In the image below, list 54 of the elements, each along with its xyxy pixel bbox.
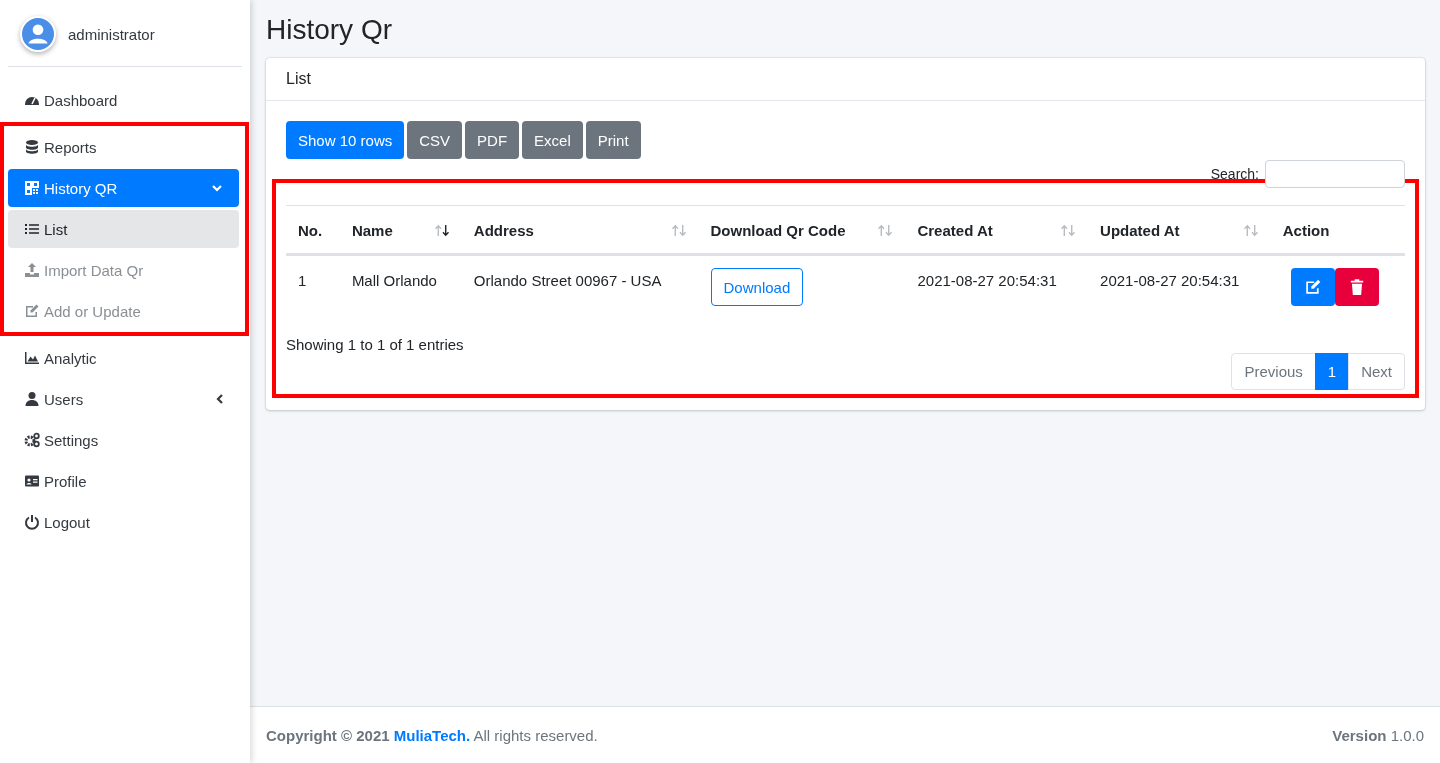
search-field[interactable] (1265, 160, 1405, 188)
pagination-button[interactable]: Previous (1231, 353, 1316, 390)
sidebar-item[interactable]: Logout (8, 503, 242, 541)
table-cell: Mall Orlando (351, 272, 437, 289)
company-link[interactable]: MuliaTech. (393, 726, 471, 744)
page-title: History Qr (266, 14, 393, 46)
search-label: Search: (1210, 166, 1259, 182)
sidebar-item[interactable]: Profile (8, 462, 242, 500)
avatar (20, 16, 56, 52)
list-icon (24, 221, 40, 237)
entries-info: Showing 1 to 1 of 1 entries (286, 336, 465, 353)
edit-icon (24, 303, 40, 319)
edit-button[interactable] (1290, 268, 1335, 306)
sort-icon[interactable] (433, 224, 450, 237)
delete-button[interactable] (1334, 268, 1379, 306)
version-text: Version 1.0.0 (1332, 726, 1424, 744)
sidebar-item[interactable]: Reports (8, 128, 239, 166)
download-button[interactable]: Download (710, 268, 804, 306)
sidebar-item[interactable]: Dashboard (8, 81, 242, 119)
database-icon (24, 139, 40, 155)
copyright-text: Copyright © 2021 MuliaTech. All rights reserved. (266, 726, 598, 744)
chevron-left-icon (214, 393, 226, 405)
column-header[interactable]: Download Qr Code (710, 222, 846, 239)
sidebar-item[interactable]: History QR (8, 169, 239, 207)
sidebar-subitem[interactable]: List (8, 210, 239, 248)
sidebar-item[interactable]: Settings (8, 421, 242, 459)
table-cell: Orlando Street 00967 - USA (473, 272, 662, 289)
column-header: Action (1282, 222, 1330, 239)
user-icon (24, 391, 40, 407)
edit-icon (1303, 278, 1322, 296)
rows-button[interactable]: Show 10 rows (286, 121, 405, 159)
column-header[interactable]: Updated At (1100, 222, 1180, 239)
qr-code-icon (24, 180, 40, 196)
card-title: List (266, 58, 1425, 101)
sidebar-item[interactable]: Users (8, 380, 242, 418)
sidebar-item[interactable]: Analytic (8, 339, 242, 377)
id-card-icon (24, 473, 40, 489)
chevron-down-icon (211, 182, 223, 194)
area-chart-icon (24, 350, 40, 366)
pagination-button[interactable]: Next (1348, 353, 1405, 390)
column-header[interactable]: Name (351, 222, 393, 239)
upload-icon (24, 262, 40, 278)
table-cell: 1 (298, 272, 307, 289)
table-cell: 2021-08-27 20:54:31 (1100, 272, 1240, 289)
column-header[interactable]: Address (473, 222, 534, 239)
export-button[interactable]: CSV (407, 121, 463, 159)
power-icon (24, 514, 40, 530)
export-button[interactable]: PDF (465, 121, 520, 159)
user-name: administrator (68, 25, 155, 43)
table-cell: 2021-08-27 20:54:31 (917, 272, 1057, 289)
export-button[interactable]: Print (585, 121, 641, 159)
column-header[interactable]: Created At (917, 222, 993, 239)
export-button[interactable]: Excel (522, 121, 583, 159)
column-header: No. (298, 222, 323, 239)
